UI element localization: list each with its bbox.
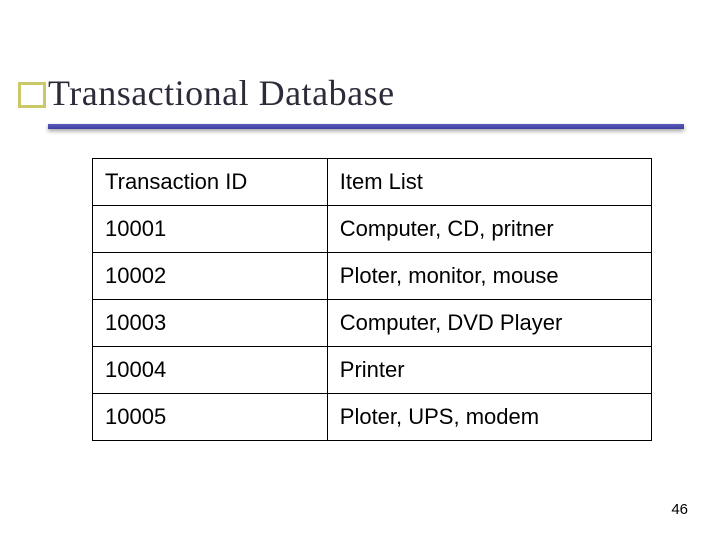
table-header-row: Transaction ID Item List	[93, 159, 652, 206]
slide-title: Transactional Database	[48, 72, 395, 114]
title-accent-box	[18, 82, 46, 108]
title-underline	[48, 124, 684, 129]
cell-item-list: Computer, DVD Player	[327, 300, 651, 347]
cell-item-list: Printer	[327, 347, 651, 394]
cell-item-list: Ploter, monitor, mouse	[327, 253, 651, 300]
transaction-table-wrapper: Transaction ID Item List 10001 Computer,…	[92, 158, 652, 441]
cell-transaction-id: 10002	[93, 253, 328, 300]
page-number: 46	[671, 501, 688, 518]
cell-item-list: Ploter, UPS, modem	[327, 394, 651, 441]
table-row: 10002 Ploter, monitor, mouse	[93, 253, 652, 300]
col-header-transaction-id: Transaction ID	[93, 159, 328, 206]
table-row: 10001 Computer, CD, pritner	[93, 206, 652, 253]
table-row: 10004 Printer	[93, 347, 652, 394]
table-row: 10005 Ploter, UPS, modem	[93, 394, 652, 441]
cell-transaction-id: 10003	[93, 300, 328, 347]
table-row: 10003 Computer, DVD Player	[93, 300, 652, 347]
cell-item-list: Computer, CD, pritner	[327, 206, 651, 253]
title-row: Transactional Database	[48, 72, 690, 114]
cell-transaction-id: 10005	[93, 394, 328, 441]
cell-transaction-id: 10001	[93, 206, 328, 253]
cell-transaction-id: 10004	[93, 347, 328, 394]
slide: Transactional Database Transaction ID It…	[0, 0, 720, 540]
transaction-table: Transaction ID Item List 10001 Computer,…	[92, 158, 652, 441]
col-header-item-list: Item List	[327, 159, 651, 206]
